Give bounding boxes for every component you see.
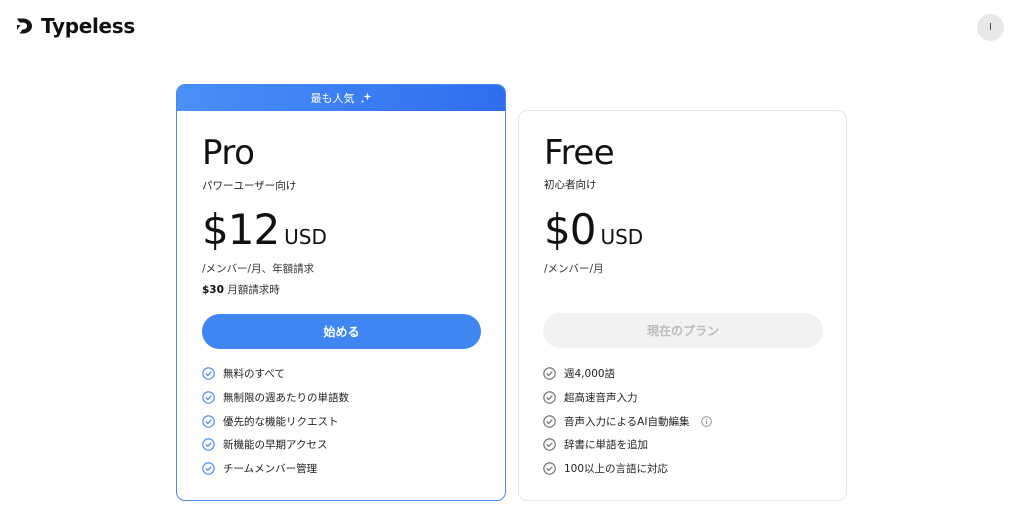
app-name: Typeless	[41, 14, 136, 38]
price-currency: USD	[600, 225, 644, 249]
feature-item: 超高速音声入力	[543, 386, 712, 410]
monthly-label: 月額請求時	[227, 284, 280, 296]
feature-label: 無料のすべて	[223, 368, 285, 381]
plan-price: $0 USD	[544, 205, 643, 254]
feature-item: 週4,000語	[543, 362, 712, 386]
plan-subtitle: 初心者向け	[544, 179, 597, 191]
avatar[interactable]: I	[977, 14, 1004, 41]
feature-label: 音声入力によるAI自動編集	[564, 415, 690, 428]
current-plan-button[interactable]: 現在のプラン	[543, 313, 823, 348]
check-circle-icon	[543, 414, 556, 428]
info-icon[interactable]	[701, 415, 713, 427]
feature-label: 辞書に単語を追加	[564, 439, 648, 452]
check-circle-icon	[202, 438, 215, 452]
feature-item: 音声入力によるAI自動編集	[543, 409, 713, 433]
feature-item: チームメンバー管理	[202, 457, 349, 481]
check-circle-icon	[202, 367, 215, 381]
feature-label: 優先的な機能リクエスト	[223, 415, 339, 428]
check-circle-icon	[543, 438, 556, 452]
pro-feature-list: 無料のすべて 無制限の週あたりの単語数 優先的な機能リクエスト 新機能の早期アク…	[202, 362, 349, 480]
pro-plan-card: 最も人気 Pro パワーユーザー向け $12 USD /メンバー/月、年額請求 …	[176, 84, 506, 501]
monthly-price: $30	[202, 284, 224, 296]
feature-label: 無制限の週あたりの単語数	[223, 392, 349, 405]
feature-item: 優先的な機能リクエスト	[202, 409, 349, 433]
most-popular-label: 最も人気	[310, 92, 355, 105]
avatar-initial: I	[989, 22, 992, 33]
feature-label: 100以上の言語に対応	[564, 463, 669, 476]
feature-label: 週4,000語	[564, 368, 616, 381]
check-circle-icon	[202, 462, 215, 475]
check-circle-icon	[543, 367, 556, 381]
free-plan-card: Free 初心者向け $0 USD /メンバー/月 現在のプラン 週4,000語…	[518, 110, 847, 501]
feature-item: 無制限の週あたりの単語数	[202, 386, 349, 410]
check-circle-icon	[543, 462, 556, 475]
check-circle-icon	[543, 391, 556, 404]
price-currency: USD	[284, 225, 327, 249]
get-started-button[interactable]: 始める	[202, 314, 481, 349]
feature-label: 新機能の早期アクセス	[223, 439, 328, 452]
plan-name: Pro	[202, 133, 255, 173]
check-circle-icon	[202, 414, 215, 428]
check-circle-icon	[202, 391, 215, 404]
sparkle-icon	[360, 92, 371, 104]
plan-name: Free	[544, 133, 615, 173]
monthly-price-note: $30 月額請求時	[202, 282, 280, 297]
feature-item: 新機能の早期アクセス	[202, 433, 349, 457]
app-logo[interactable]: Typeless	[16, 14, 135, 38]
price-note: /メンバー/月	[544, 263, 604, 275]
typeless-logo-icon	[17, 18, 32, 34]
free-feature-list: 週4,000語 超高速音声入力 音声入力によるAI自動編集 辞書に単語を追加 1…	[543, 362, 713, 481]
price-amount: $12	[202, 205, 280, 254]
price-amount: $0	[544, 205, 596, 254]
plan-subtitle: パワーユーザー向け	[202, 180, 297, 192]
plan-price: $12 USD	[202, 205, 327, 254]
feature-item: 辞書に単語を追加	[543, 433, 712, 457]
feature-item: 無料のすべて	[202, 362, 349, 386]
feature-label: チームメンバー管理	[223, 463, 318, 476]
feature-label: 超高速音声入力	[564, 392, 638, 405]
most-popular-banner: 最も人気	[177, 85, 505, 111]
feature-item: 100以上の言語に対応	[543, 457, 712, 481]
price-note: /メンバー/月、年額請求	[202, 263, 315, 275]
